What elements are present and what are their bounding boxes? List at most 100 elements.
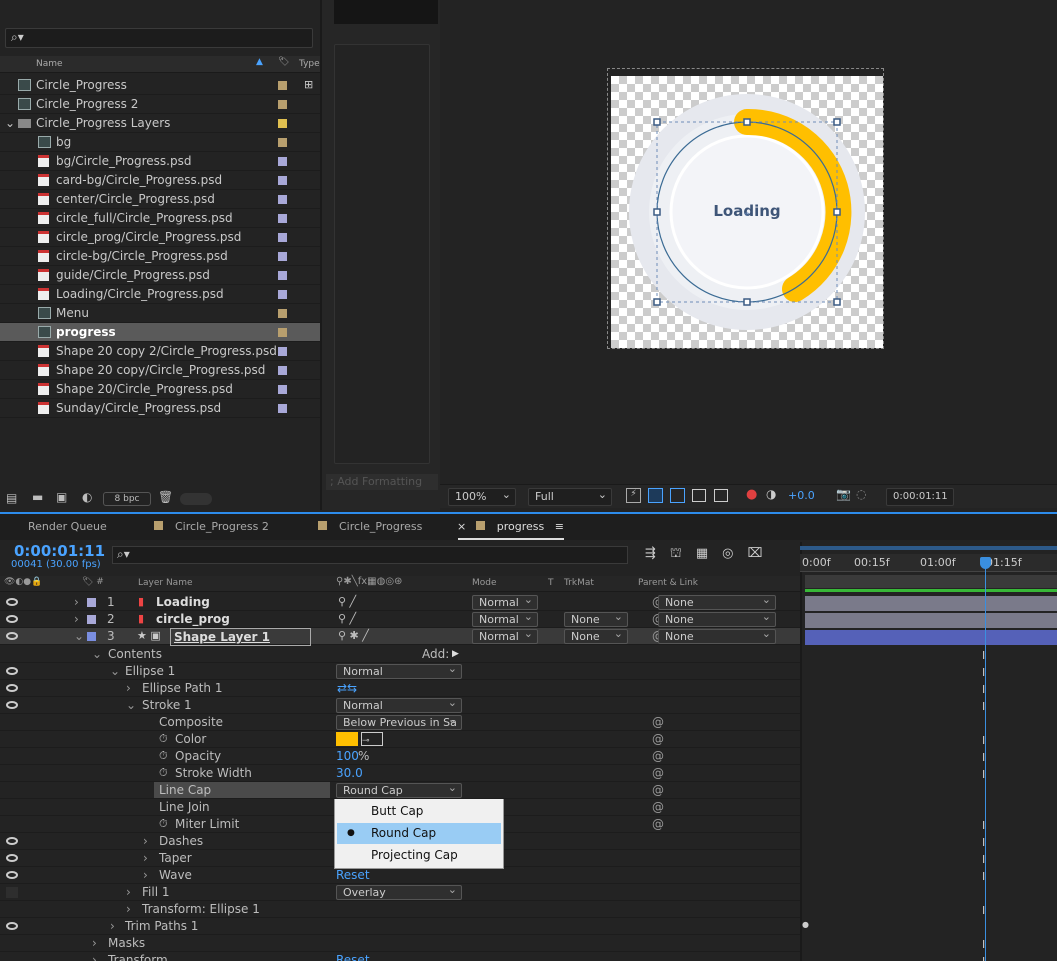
name-column-header[interactable]: Name [36, 59, 63, 69]
project-item[interactable]: Shape 20 copy/Circle_Progress.psd [0, 361, 320, 380]
menu-item-round-cap[interactable]: ● Round Cap [337, 823, 501, 844]
property-row[interactable]: ⏱ Color ⊸ @ [0, 731, 800, 748]
project-search-input[interactable]: ⌕▾ [5, 28, 313, 48]
color-channels-icon[interactable]: ● [746, 487, 757, 502]
project-item[interactable]: Shape 20 copy 2/Circle_Progress.psd [0, 342, 320, 361]
pickwhip-icon[interactable]: @ [652, 714, 664, 730]
project-item[interactable]: Loading/Circle_Progress.psd [0, 285, 320, 304]
label-color-swatch[interactable] [278, 309, 287, 318]
new-folder-icon[interactable]: ▬ [32, 490, 43, 504]
expand-arrow-icon[interactable]: ⌄ [92, 646, 102, 662]
tab-progress[interactable]: × progress ≡ [457, 520, 564, 533]
layer-row[interactable]: ›2▮circle_prog⚲ ╱NormalNone@None [0, 610, 800, 628]
project-item[interactable]: guide/Circle_Progress.psd [0, 266, 320, 285]
transform-reset-link[interactable]: Reset [336, 952, 370, 961]
expand-arrow-icon[interactable]: ⌄ [5, 114, 15, 132]
property-row[interactable]: ⌄ Contents Add: ▶ [0, 646, 800, 663]
property-row[interactable]: ⌄ Ellipse 1 Normal [0, 662, 800, 680]
layer-label-swatch[interactable] [87, 598, 96, 607]
label-color-swatch[interactable] [278, 233, 287, 242]
stopwatch-icon[interactable]: ⏱ [159, 765, 168, 781]
ellipse-blend-dropdown[interactable]: Normal [336, 662, 462, 679]
stopwatch-icon[interactable]: ⏱ [159, 748, 168, 764]
property-row[interactable]: › Masks [0, 935, 800, 952]
project-item[interactable]: center/Circle_Progress.psd [0, 190, 320, 209]
visibility-eye-icon[interactable] [6, 701, 18, 709]
track-matte-dropdown[interactable]: None [564, 627, 628, 644]
label-color-swatch[interactable] [278, 81, 287, 90]
t-header[interactable]: T [548, 578, 554, 588]
expand-arrow-icon[interactable]: › [92, 935, 97, 951]
stopwatch-icon[interactable]: ⏱ [159, 731, 168, 747]
project-item[interactable]: bg [0, 133, 320, 152]
exposure-value[interactable]: +0.0 [788, 489, 815, 502]
label-color-swatch[interactable] [278, 328, 287, 337]
transparency-grid-icon[interactable] [648, 488, 663, 503]
project-item[interactable]: Circle_Progress 2 [0, 95, 320, 114]
project-item[interactable]: Circle_Progress [0, 76, 320, 95]
label-color-swatch[interactable] [278, 119, 287, 128]
label-color-swatch[interactable] [278, 214, 287, 223]
property-row[interactable]: › Transform: Ellipse 1 [0, 901, 800, 918]
expand-arrow-icon[interactable]: › [143, 867, 148, 883]
label-tag-icon[interactable]: 🏷 [278, 57, 289, 67]
keyframe-marker[interactable]: I [982, 649, 985, 662]
keyframe-marker[interactable]: I [982, 683, 985, 696]
project-item[interactable]: ⌄ Circle_Progress Layers [0, 114, 320, 133]
label-color-swatch[interactable] [278, 100, 287, 109]
layer-bar-1[interactable] [805, 596, 1057, 611]
layer-bar-3[interactable] [805, 630, 1057, 645]
grid-guides-icon[interactable] [714, 489, 728, 502]
expand-arrow-icon[interactable]: ⌄ [126, 697, 136, 713]
zoom-dropdown[interactable]: 100% ⌄ [448, 488, 516, 506]
layer-name-header[interactable]: Layer Name [138, 578, 193, 588]
layer-label-swatch[interactable] [87, 632, 96, 641]
new-comp-icon[interactable]: ▣ [56, 490, 67, 504]
sort-ascending-icon[interactable]: ▲ [256, 57, 263, 67]
keyframe-marker[interactable]: I [982, 666, 985, 679]
keyframe-marker[interactable]: I [982, 700, 985, 713]
visibility-eye-off[interactable] [6, 887, 18, 898]
project-item[interactable]: circle-bg/Circle_Progress.psd [0, 247, 320, 266]
label-color-swatch[interactable] [278, 271, 287, 280]
timeline-switches-toolbar[interactable]: ⇶⛫▦◎⌧ [645, 546, 776, 563]
exposure-icon[interactable]: ◑ [766, 487, 776, 501]
timeline-search-input[interactable]: ⌕▾ [112, 546, 628, 564]
track-matte-dropdown[interactable]: None [564, 610, 628, 627]
playhead-icon[interactable] [980, 557, 991, 569]
property-row[interactable]: ⏱ Opacity 100% @ [0, 748, 800, 765]
label-color-swatch[interactable] [278, 290, 287, 299]
label-color-swatch[interactable] [278, 404, 287, 413]
property-row[interactable]: › Transform Reset [0, 952, 800, 961]
keyframe-marker[interactable]: I [982, 751, 985, 764]
pickwhip-icon[interactable]: @ [652, 731, 664, 747]
show-snapshot-icon[interactable]: ◌ [856, 487, 866, 501]
expand-arrow-icon[interactable]: › [74, 611, 79, 627]
mask-visibility-icon[interactable] [670, 488, 685, 503]
work-area-bar[interactable] [800, 546, 1057, 550]
keyframe-marker[interactable]: I [982, 819, 985, 832]
visibility-eye-icon[interactable] [6, 632, 18, 640]
stroke-width-value[interactable]: 30.0 [336, 765, 363, 781]
expand-arrow-icon[interactable]: ⌄ [74, 628, 84, 644]
layer-name[interactable]: circle_prog [156, 611, 230, 627]
layer-name[interactable]: Shape Layer 1 [170, 628, 311, 646]
property-row[interactable]: › Trim Paths 1 [0, 918, 800, 935]
keyframe-marker[interactable]: I [982, 836, 985, 849]
add-menu-icon[interactable]: ▶ [452, 646, 459, 662]
layer-switches[interactable]: ⚲ ╱ [338, 594, 356, 610]
expand-arrow-icon[interactable]: ⌄ [110, 663, 120, 679]
composite-dropdown[interactable]: Below Previous in Sa [336, 713, 462, 730]
visibility-eye-icon[interactable] [6, 598, 18, 606]
tab-circle-progress[interactable]: Circle_Progress [318, 520, 422, 533]
expand-arrow-icon[interactable]: › [110, 918, 115, 934]
fast-previews-icon[interactable]: ⚡ [626, 488, 641, 503]
add-formatting-button[interactable]: ; Add Formatting [326, 474, 438, 490]
expand-arrow-icon[interactable]: › [143, 850, 148, 866]
layer-row[interactable]: ›1▮Loading⚲ ╱Normal@None [0, 593, 800, 611]
layer-bar-2[interactable] [805, 613, 1057, 628]
property-row[interactable]: ⌄ Stroke 1 Normal [0, 696, 800, 714]
project-item[interactable]: circle_full/Circle_Progress.psd [0, 209, 320, 228]
label-color-swatch[interactable] [278, 385, 287, 394]
pickwhip-icon[interactable]: @ [652, 816, 664, 832]
